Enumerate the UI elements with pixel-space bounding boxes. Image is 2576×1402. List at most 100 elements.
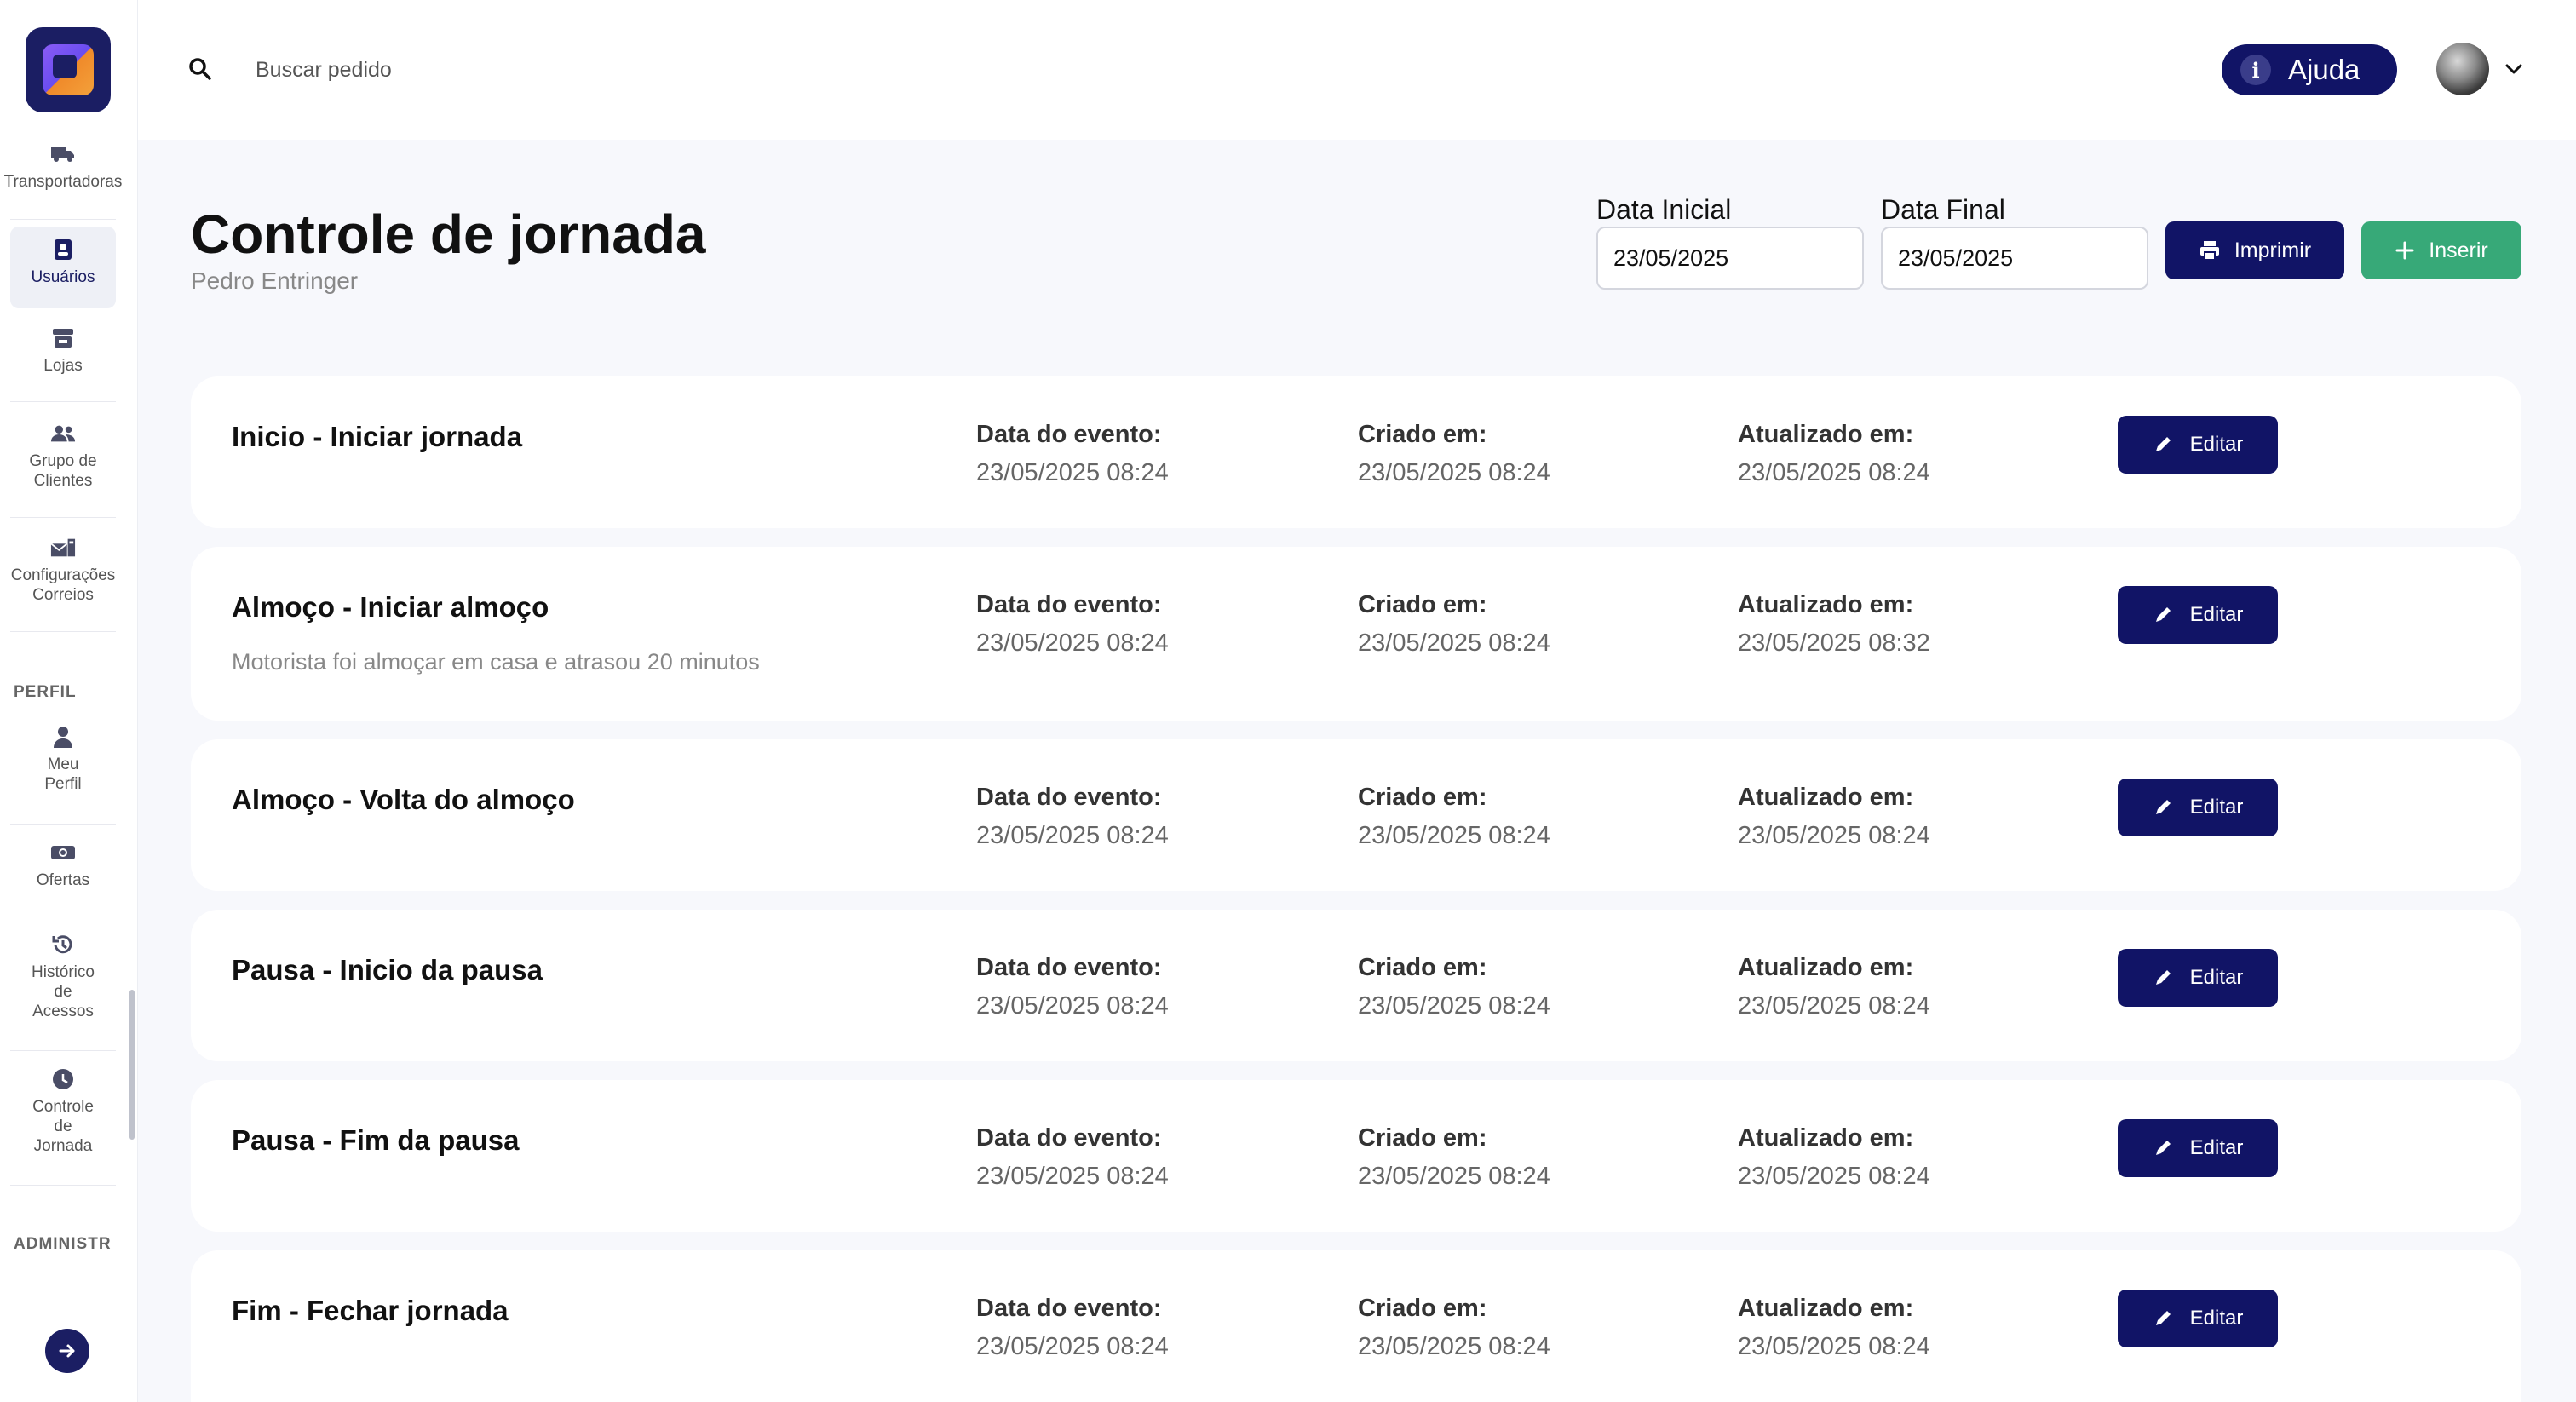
event-note: Motorista foi almoçar em casa e atrasou … <box>232 649 760 675</box>
pencil-icon <box>2155 1141 2171 1155</box>
end-date-input[interactable] <box>1881 227 2148 290</box>
search-icon <box>189 58 211 80</box>
event-date-value: 23/05/2025 08:24 <box>976 822 1169 849</box>
pencil-icon <box>2155 437 2171 451</box>
info-icon: i <box>2240 55 2271 85</box>
created-label: Criado em: <box>1358 954 1487 981</box>
updated-value: 23/05/2025 08:24 <box>1738 992 1930 1020</box>
history-icon <box>50 932 76 957</box>
start-date-label: Data Inicial <box>1596 194 1732 225</box>
mail-config-icon <box>50 535 76 560</box>
event-date-value: 23/05/2025 08:24 <box>976 1333 1169 1360</box>
updated-value: 23/05/2025 08:24 <box>1738 459 1930 486</box>
created-column: Criado em: 23/05/2025 08:24 <box>1358 1295 1550 1361</box>
edit-button[interactable]: Editar <box>2118 416 2278 474</box>
edit-label: Editar <box>2189 433 2244 456</box>
event-card: Almoço - Volta do almoço Data do evento:… <box>191 739 2521 891</box>
created-value: 23/05/2025 08:24 <box>1358 459 1550 486</box>
truck-icon <box>50 141 76 167</box>
event-date-value: 23/05/2025 08:24 <box>976 992 1169 1020</box>
sidebar-item-usuarios[interactable]: Usuários <box>10 227 116 308</box>
sidebar-item-grupo-de-clientes[interactable]: Grupo de Clientes <box>10 421 116 518</box>
updated-value: 23/05/2025 08:32 <box>1738 629 1930 657</box>
updated-column: Atualizado em: 23/05/2025 08:24 <box>1738 1124 1930 1191</box>
expand-sidebar-button[interactable] <box>45 1329 89 1373</box>
sidebar-item-label: Controle de Jornada <box>32 1098 94 1155</box>
sidebar-item-label: Meu Perfil <box>44 756 82 793</box>
sidebar-scrollbar[interactable] <box>129 990 135 1140</box>
created-value: 23/05/2025 08:24 <box>1358 1333 1550 1360</box>
edit-button[interactable]: Editar <box>2118 1119 2278 1177</box>
event-date-label: Data do evento: <box>976 1295 1162 1322</box>
print-button[interactable]: Imprimir <box>2165 221 2344 279</box>
sidebar-item-configuracoes-correios[interactable]: Configurações Correios <box>10 535 116 632</box>
app-logo[interactable] <box>26 27 111 112</box>
pencil-icon <box>2155 800 2171 814</box>
sidebar-item-label: Ofertas <box>36 871 90 889</box>
edit-button[interactable]: Editar <box>2118 1290 2278 1347</box>
edit-button[interactable]: Editar <box>2118 949 2278 1007</box>
start-date-input[interactable] <box>1596 227 1864 290</box>
event-title: Inicio - Iniciar jornada <box>232 421 523 452</box>
event-date-label: Data do evento: <box>976 591 1162 618</box>
updated-column: Atualizado em: 23/05/2025 08:24 <box>1738 954 1930 1020</box>
sidebar: Transportadoras Usuários Lojas Grupo de … <box>0 0 138 1402</box>
updated-label: Atualizado em: <box>1738 1295 1914 1322</box>
updated-column: Atualizado em: 23/05/2025 08:32 <box>1738 591 1930 658</box>
event-date-value: 23/05/2025 08:24 <box>976 629 1169 657</box>
sidebar-item-ofertas[interactable]: Ofertas <box>10 840 116 916</box>
created-value: 23/05/2025 08:24 <box>1358 992 1550 1020</box>
sidebar-item-label: Grupo de Clientes <box>29 452 97 490</box>
end-date-label: Data Final <box>1881 194 2005 225</box>
event-title: Almoço - Volta do almoço <box>232 784 575 815</box>
event-date-column: Data do evento: 23/05/2025 08:24 <box>976 1124 1169 1191</box>
section-label-admin: ADMINISTR <box>14 1235 112 1253</box>
created-column: Criado em: 23/05/2025 08:24 <box>1358 1124 1550 1191</box>
updated-label: Atualizado em: <box>1738 784 1914 811</box>
event-card: Pausa - Fim da pausa Data do evento: 23/0… <box>191 1080 2521 1232</box>
updated-value: 23/05/2025 08:24 <box>1738 1163 1930 1190</box>
created-column: Criado em: 23/05/2025 08:24 <box>1358 954 1550 1020</box>
updated-column: Atualizado em: 23/05/2025 08:24 <box>1738 1295 1930 1361</box>
edit-button[interactable]: Editar <box>2118 779 2278 836</box>
updated-label: Atualizado em: <box>1738 421 1914 448</box>
sidebar-item-meu-perfil[interactable]: Meu Perfil <box>10 724 116 825</box>
pencil-icon <box>2155 607 2171 622</box>
event-title: Almoço - Iniciar almoço <box>232 591 549 623</box>
search-input[interactable] <box>256 51 767 89</box>
chevron-down-icon[interactable] <box>2501 56 2527 82</box>
event-date-column: Data do evento: 23/05/2025 08:24 <box>976 1295 1169 1361</box>
help-button[interactable]: i Ajuda <box>2222 44 2397 95</box>
updated-label: Atualizado em: <box>1738 1124 1914 1152</box>
sidebar-item-lojas[interactable]: Lojas <box>10 325 116 402</box>
logo-mark <box>43 44 94 95</box>
created-column: Criado em: 23/05/2025 08:24 <box>1358 421 1550 487</box>
insert-button[interactable]: Inserir <box>2361 221 2521 279</box>
sidebar-item-label: Transportadoras <box>3 173 123 191</box>
created-column: Criado em: 23/05/2025 08:24 <box>1358 591 1550 658</box>
pencil-icon <box>2155 1311 2171 1325</box>
event-date-label: Data do evento: <box>976 784 1162 811</box>
sidebar-item-transportadoras[interactable]: Transportadoras <box>4 141 122 220</box>
section-label-perfil: PERFIL <box>14 683 77 701</box>
edit-label: Editar <box>2189 603 2244 626</box>
updated-column: Atualizado em: 23/05/2025 08:24 <box>1738 421 1930 487</box>
event-date-column: Data do evento: 23/05/2025 08:24 <box>976 421 1169 487</box>
store-icon <box>50 325 76 351</box>
edit-button[interactable]: Editar <box>2118 586 2278 644</box>
sidebar-item-controle-de-jornada[interactable]: Controle de Jornada <box>10 1066 116 1186</box>
avatar[interactable] <box>2436 43 2489 95</box>
updated-value: 23/05/2025 08:24 <box>1738 822 1930 849</box>
created-value: 23/05/2025 08:24 <box>1358 1163 1550 1190</box>
created-value: 23/05/2025 08:24 <box>1358 629 1550 657</box>
event-date-value: 23/05/2025 08:24 <box>976 1163 1169 1190</box>
user-badge-icon <box>50 237 76 262</box>
group-icon <box>50 421 76 446</box>
event-date-label: Data do evento: <box>976 1124 1162 1152</box>
event-title: Pausa - Fim da pausa <box>232 1124 520 1156</box>
created-label: Criado em: <box>1358 591 1487 618</box>
event-card: Fim - Fechar jornada Data do evento: 23/0… <box>191 1250 2521 1402</box>
edit-label: Editar <box>2189 796 2244 819</box>
sidebar-item-historico-de-acessos[interactable]: Histórico de Acessos <box>10 932 116 1051</box>
person-icon <box>50 724 76 750</box>
